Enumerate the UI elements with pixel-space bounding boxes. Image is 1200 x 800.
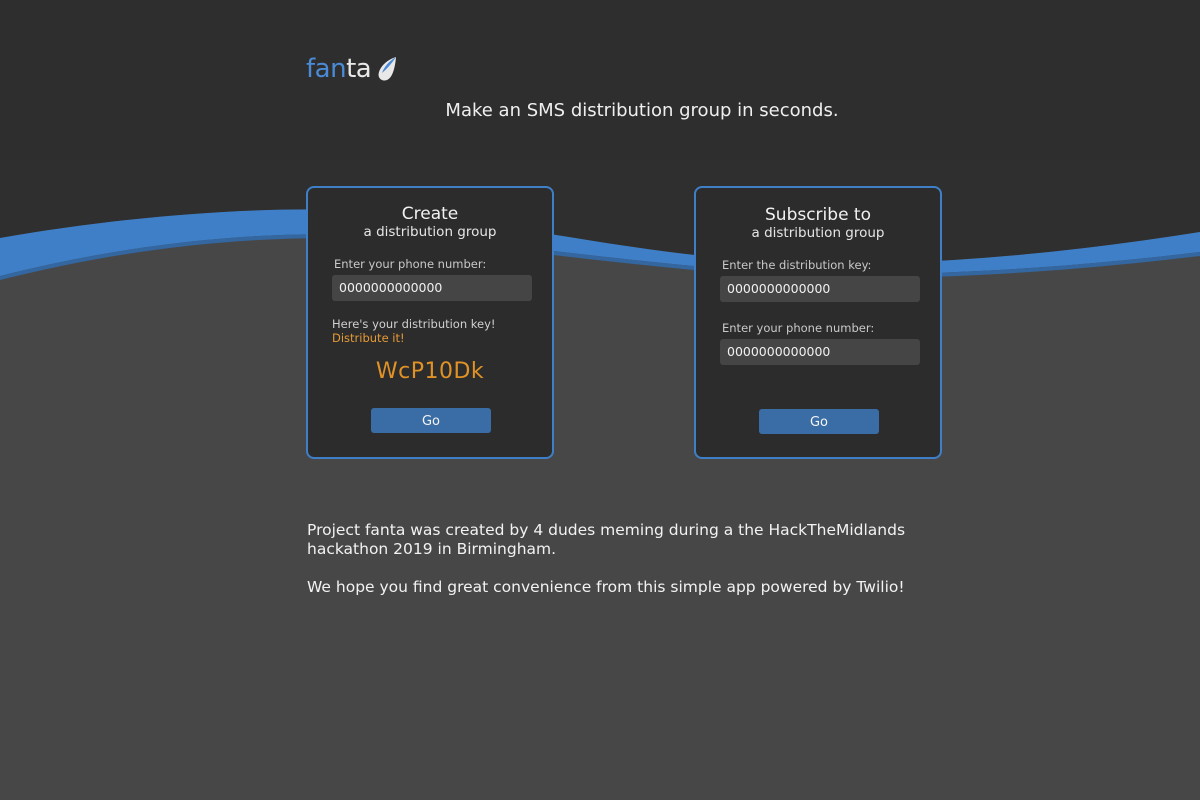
logo: fanta bbox=[306, 52, 399, 86]
subscribe-go-button[interactable]: Go bbox=[759, 409, 879, 434]
subscribe-card: Subscribe to a distribution group Enter … bbox=[694, 186, 942, 459]
distribution-key-value: WcP10Dk bbox=[375, 359, 485, 384]
sail-drop-icon bbox=[378, 57, 397, 81]
logo-part-fan: fan bbox=[306, 54, 347, 84]
distribute-label: Distribute it! bbox=[332, 331, 405, 345]
about-paragraph-1: Project fanta was created by 4 dudes mem… bbox=[307, 521, 906, 558]
create-go-button[interactable]: Go bbox=[371, 408, 491, 433]
create-phone-label: Enter your phone number: bbox=[334, 257, 487, 271]
create-card-subtitle: a distribution group bbox=[363, 224, 497, 240]
page: fanta Make an SMS distribution group in … bbox=[0, 0, 1200, 800]
about-paragraph-2: We hope you find great convenience from … bbox=[307, 578, 905, 596]
subscribe-key-input[interactable] bbox=[720, 276, 920, 302]
subscribe-phone-label: Enter your phone number: bbox=[722, 321, 875, 335]
subscribe-phone-input[interactable] bbox=[720, 339, 920, 365]
logo-wordmark: fanta bbox=[306, 54, 372, 84]
subscribe-key-label: Enter the distribution key: bbox=[722, 258, 872, 272]
logo-part-ta: ta bbox=[346, 54, 372, 84]
about-section: Project fanta was created by 4 dudes mem… bbox=[307, 521, 927, 616]
key-note: Here's your distribution key! Distribute… bbox=[332, 317, 496, 345]
key-note-text: Here's your distribution key! bbox=[332, 317, 496, 331]
create-phone-input[interactable] bbox=[332, 275, 532, 301]
subscribe-card-title: Subscribe to bbox=[765, 205, 871, 225]
subscribe-card-subtitle: a distribution group bbox=[751, 225, 885, 241]
create-card-title: Create bbox=[401, 204, 459, 224]
create-card: Create a distribution group Enter your p… bbox=[306, 186, 554, 459]
tagline: Make an SMS distribution group in second… bbox=[445, 100, 839, 121]
